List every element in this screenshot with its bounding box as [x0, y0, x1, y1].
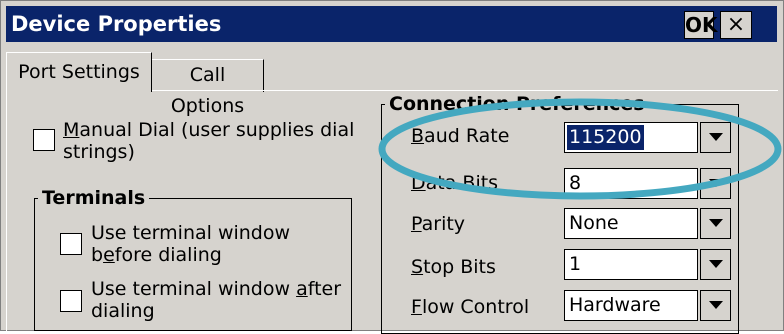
close-button[interactable]: ×	[720, 11, 752, 39]
close-icon: ×	[726, 12, 746, 37]
device-properties-window: Device Properties OK × Port Settings Cal…	[0, 0, 784, 334]
port-settings-page	[6, 90, 778, 334]
title-bar: Device Properties OK ×	[6, 6, 777, 42]
tab-call-options[interactable]: Call Options	[151, 59, 264, 117]
tab-port-settings[interactable]: Port Settings	[6, 52, 152, 92]
window-title: Device Properties	[11, 12, 222, 36]
ok-button[interactable]: OK	[684, 11, 718, 39]
